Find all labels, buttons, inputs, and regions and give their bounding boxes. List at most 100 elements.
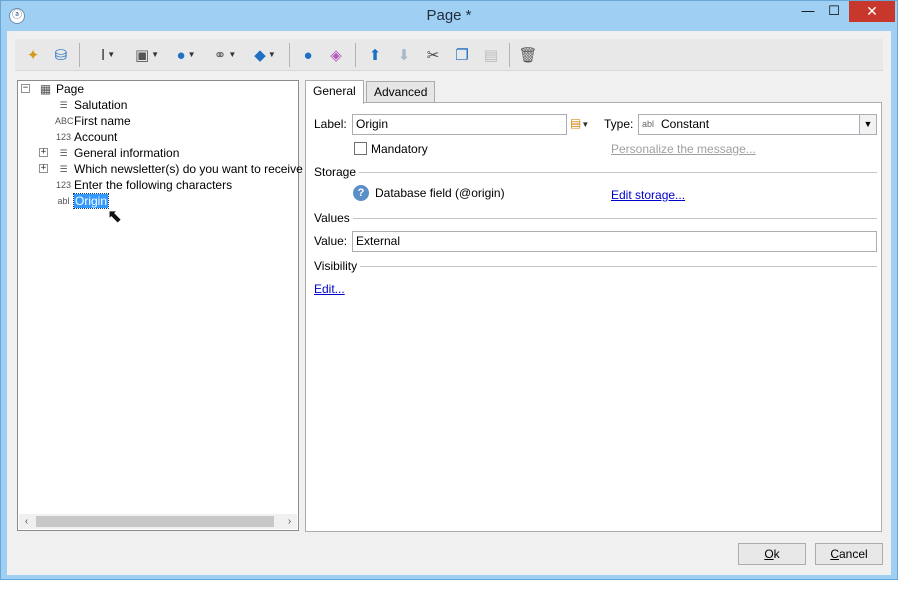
ok-button[interactable]: Ok <box>738 543 806 565</box>
tb-13[interactable]: ▤ <box>480 44 502 66</box>
link-icon: ⚭ <box>213 46 227 64</box>
tree-node-origin[interactable]: abl Origin <box>55 193 110 209</box>
chevron-down-icon: ▼ <box>107 50 116 59</box>
move-up-icon: ⬆ <box>368 46 382 64</box>
list-icon: ☰ <box>59 147 68 158</box>
database-icon: ⛁ <box>54 46 68 64</box>
tb-6[interactable]: ◆ ▼ <box>247 44 283 66</box>
tb-3[interactable]: ▣ ▼ <box>129 44 165 66</box>
window-title: Page * <box>426 7 472 24</box>
dialog-client-area: ✦ ⛁ Ⅰ ▼ ▣ ▼ ● ▼ ⚭ ▼ ◆ ▼ ● ◈ ⬆ ⬇ ✂ ❐ ▤ 🗑 − ▦ P… <box>7 31 891 575</box>
tree-label: Enter the following characters <box>74 178 233 192</box>
move-down-icon: ⬇ <box>397 46 411 64</box>
tree-node-first-name[interactable]: ABC First name <box>55 113 131 129</box>
type-select[interactable]: abl Constant ▼ <box>638 114 877 135</box>
tb-7[interactable]: ● <box>297 44 319 66</box>
tb-9[interactable]: ⬆ <box>364 44 386 66</box>
captcha-icon: 123 <box>55 180 72 190</box>
type-caption: Type: <box>604 117 634 131</box>
tree-node-salutation[interactable]: ☰ Salutation <box>55 97 127 113</box>
mandatory-checkbox[interactable] <box>354 142 367 155</box>
globe-icon: ● <box>176 46 186 64</box>
scroll-right-icon[interactable]: › <box>282 514 297 529</box>
toolbar: ✦ ⛁ Ⅰ ▼ ▣ ▼ ● ▼ ⚭ ▼ ◆ ▼ ● ◈ ⬆ ⬇ ✂ ❐ ▤ 🗑 <box>15 39 883 71</box>
chevron-down-icon: ▼ <box>267 50 276 59</box>
tb-2[interactable]: Ⅰ ▼ <box>91 44 125 66</box>
divider <box>359 171 877 173</box>
text-field-icon: ABC <box>55 116 74 126</box>
tree-label-selected: Origin <box>72 193 110 209</box>
tab-general[interactable]: General <box>305 80 364 104</box>
horizontal-scrollbar[interactable]: ‹ › <box>19 514 297 529</box>
tree-label: Account <box>74 130 118 144</box>
tree-node-newsletters[interactable]: ☰ Which newsletter(s) do you want to rec… <box>55 161 303 177</box>
scroll-thumb[interactable] <box>36 516 274 527</box>
chevron-down-icon: ▼ <box>187 50 196 59</box>
tb-8[interactable]: ◈ <box>325 44 347 66</box>
constant-field-icon: abl <box>57 196 70 206</box>
label-input[interactable]: Origin <box>352 114 567 135</box>
paste-icon: ▤ <box>483 46 499 64</box>
insert-field-icon[interactable]: ▤▼ <box>570 116 589 130</box>
shapes-icon: ◈ <box>330 46 342 64</box>
tree-node-general-information[interactable]: ☰ General information <box>55 145 179 161</box>
values-header: Values <box>314 211 350 225</box>
tab-advanced[interactable]: Advanced <box>366 81 436 102</box>
text-cursor-icon: Ⅰ <box>100 46 106 64</box>
page-tree[interactable]: − ▦ Page ☰ Salutation ABC First name 123… <box>17 80 303 531</box>
tb-11[interactable]: ✂ <box>422 44 444 66</box>
tb-5[interactable]: ⚭ ▼ <box>207 44 243 66</box>
tree-expand-toggle[interactable]: + <box>39 148 48 157</box>
divider <box>360 265 877 267</box>
storage-section: Storage <box>314 165 877 179</box>
toolbar-separator <box>79 43 80 67</box>
copy-icon: ❐ <box>455 46 469 64</box>
edit-visibility-link[interactable]: Edit... <box>314 282 345 296</box>
list-icon: ☰ <box>59 99 68 110</box>
constant-field-icon: abl <box>642 119 655 129</box>
tree-label: Page <box>56 82 85 96</box>
chevron-down-icon: ▼ <box>151 50 160 59</box>
page-dialog-window: ⓐ Page * — ☐ ✕ ✦ ⛁ Ⅰ ▼ ▣ ▼ ● ▼ ⚭ ▼ ◆ ▼ ● ◈ ⬆ … <box>0 0 898 580</box>
number-field-icon: 123 <box>55 132 72 142</box>
cancel-button[interactable]: Cancel <box>815 543 883 565</box>
tb-10[interactable]: ⬇ <box>393 44 415 66</box>
scroll-left-icon[interactable]: ‹ <box>19 514 34 529</box>
chevron-down-icon[interactable]: ▼ <box>859 115 876 134</box>
tree-node-account[interactable]: 123 Account <box>55 129 117 145</box>
cancel-label: ancel <box>838 547 868 561</box>
list-icon: ☰ <box>59 163 68 174</box>
tb-12[interactable]: ❐ <box>451 44 473 66</box>
value-caption: Value: <box>314 234 348 248</box>
cut-icon: ✂ <box>426 46 440 64</box>
personalize-message-link[interactable]: Personalize the message... <box>611 142 756 156</box>
label-caption: Label: <box>314 117 347 131</box>
magic-wand-icon: ✦ <box>26 46 40 64</box>
value-input[interactable]: External <box>352 231 877 252</box>
tree-collapse-toggle[interactable]: − <box>21 84 30 93</box>
maximize-button[interactable]: ☐ <box>821 1 847 22</box>
delete-icon: 🗑 <box>518 46 538 64</box>
mandatory-label: Mandatory <box>371 142 428 156</box>
tree-node-captcha[interactable]: 123 Enter the following characters <box>55 177 232 193</box>
tree-expand-toggle[interactable]: + <box>39 164 48 173</box>
tb-0[interactable]: ✦ <box>23 44 43 66</box>
form-field-icon: ▣ <box>134 46 150 64</box>
general-tab-panel: Label: Origin ▤▼ Type: abl Constant ▼ Ma… <box>305 102 882 532</box>
page-icon: ▦ <box>39 82 52 96</box>
edit-storage-link[interactable]: Edit storage... <box>611 188 685 202</box>
toolbar-separator <box>289 43 290 67</box>
tree-node-page[interactable]: ▦ Page <box>37 81 84 97</box>
help-icon: ? <box>353 185 369 201</box>
minimize-button[interactable]: — <box>795 1 821 22</box>
mouse-cursor-icon: ⬉ <box>107 206 123 226</box>
tb-1[interactable]: ⛁ <box>50 44 72 66</box>
close-button[interactable]: ✕ <box>849 1 895 22</box>
storage-text: Database field (@origin) <box>375 186 505 200</box>
toolbar-separator <box>355 43 356 67</box>
person-icon: ● <box>303 46 313 64</box>
title-bar[interactable]: ⓐ Page * — ☐ ✕ <box>1 1 897 31</box>
tb-14[interactable]: 🗑 <box>517 44 539 66</box>
tree-label: Which newsletter(s) do you want to recei… <box>74 162 303 176</box>
tb-4[interactable]: ● ▼ <box>168 44 204 66</box>
